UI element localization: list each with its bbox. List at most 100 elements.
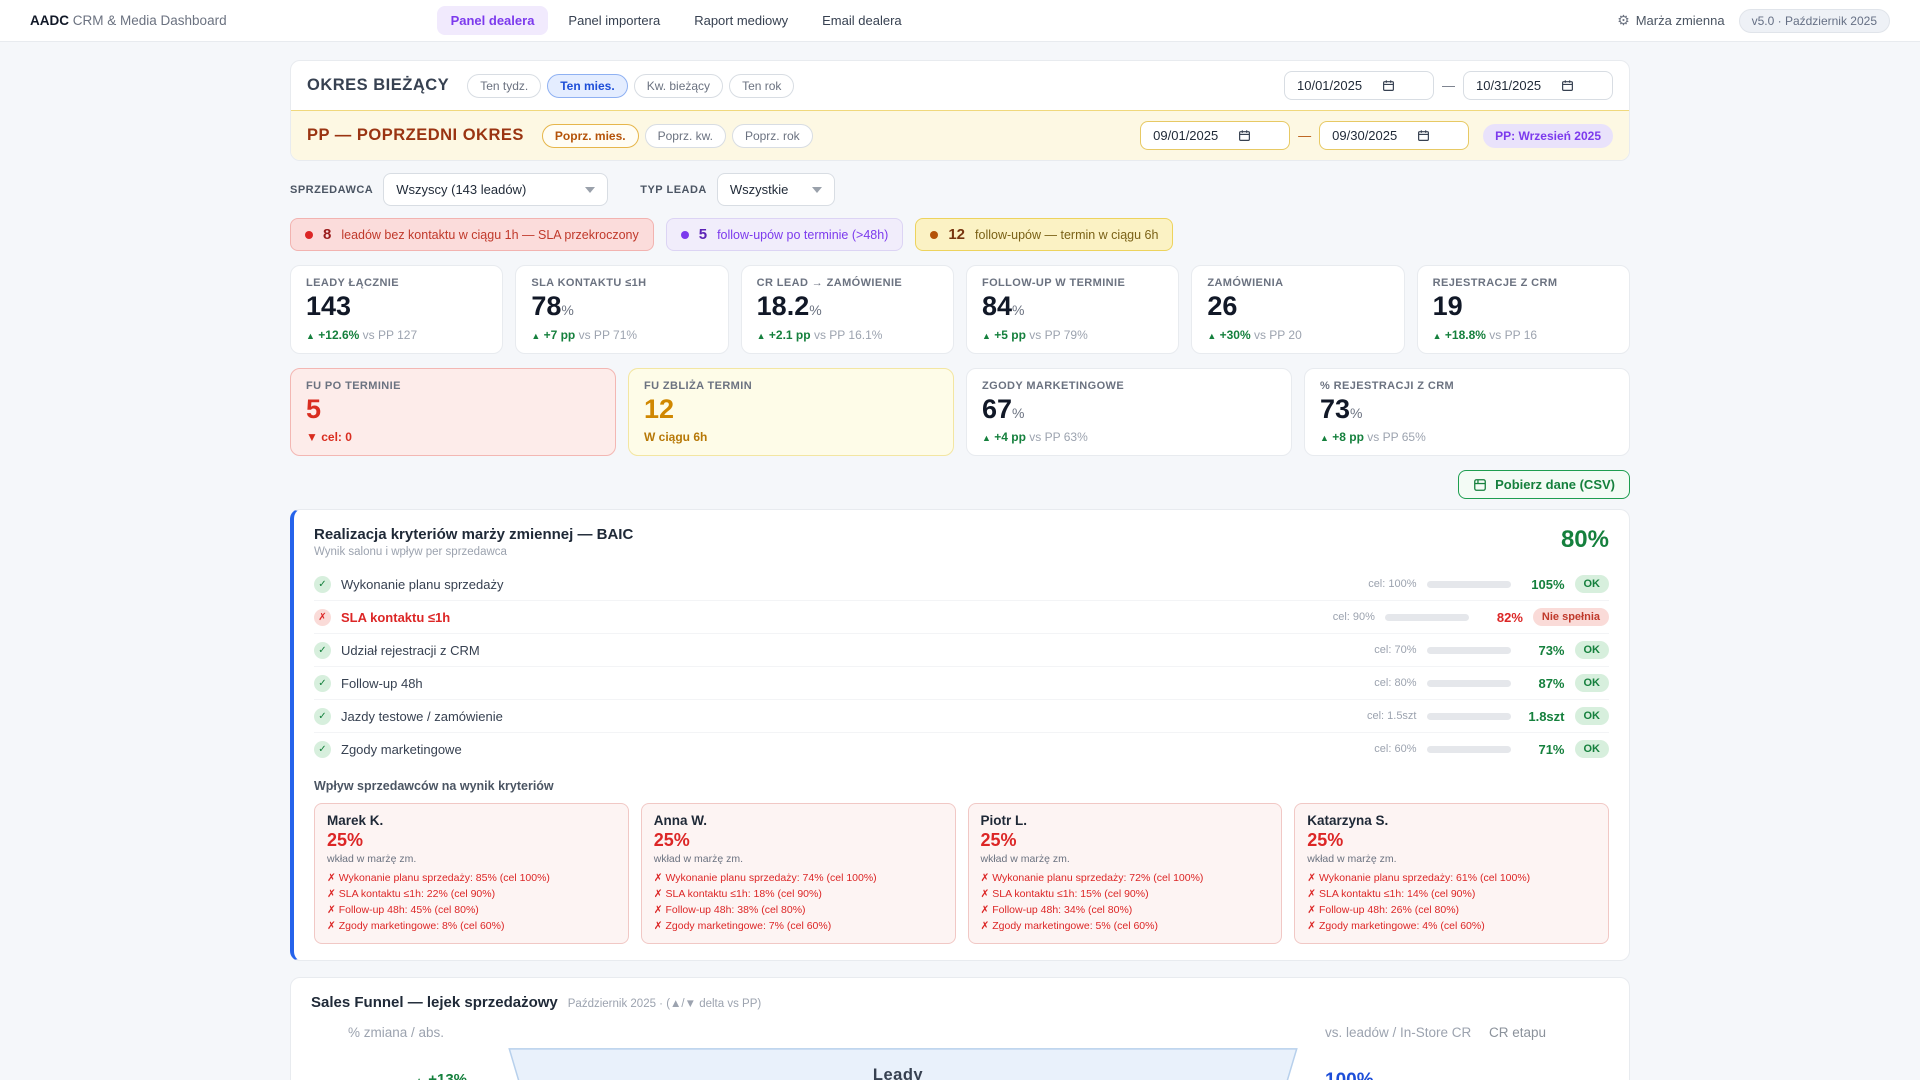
criterion-status-badge: Nie spełnia	[1532, 608, 1609, 627]
criterion-value: 105%	[1531, 576, 1565, 592]
funnel-col-cr: CR etapu	[1489, 1025, 1547, 1041]
kpi-note: ▼ cel: 0	[306, 430, 352, 445]
criterion-row: ✓ Udział rejestracji z CRM cel: 70% 73% …	[314, 633, 1609, 666]
seller-criterion-item: ✗ Follow-up 48h: 45% (cel 80%)	[327, 903, 479, 916]
seller-criterion-item: ✗ Zgody marketingowe: 4% (cel 60%)	[1307, 919, 1485, 932]
kpi-card: ZGODY MARKETINGOWE 67% ▲ +4 pp vs PP 63%	[966, 367, 1292, 457]
brand-name: AADC	[30, 13, 69, 28]
seller-criterion-item: ✗ Wykonanie planu sprzedaży: 85% (cel 10…	[327, 872, 550, 885]
current-date-from-value: 10/01/2025	[1297, 78, 1363, 93]
lead-type-select-label: TYP LEADA	[640, 183, 707, 196]
criterion-target: cel: 70%	[1374, 644, 1417, 657]
previous-period-label: PP — POPRZEDNI OKRES	[307, 126, 524, 144]
status-dot-icon	[305, 230, 313, 239]
previous-date-to-input[interactable]: 09/30/2025	[1319, 121, 1470, 150]
period-filter-card: OKRES BIEŻĄCY Ten tydz. Ten mies. Kw. bież…	[290, 60, 1630, 161]
seller-contribution: 25%	[980, 830, 1017, 851]
previous-date-from-input[interactable]: 09/01/2025	[1140, 121, 1291, 150]
lead-type-select[interactable]: Wszystkie	[716, 173, 835, 206]
criterion-target: cel: 1.5szt	[1366, 710, 1417, 723]
current-period-pill-2[interactable]: Kw. bieżący	[633, 73, 724, 98]
nav-tab-1[interactable]: Panel importera	[554, 6, 674, 35]
current-period-pill-3[interactable]: Ten rok	[729, 73, 795, 98]
csv-button-label: Pobierz dane (CSV)	[1495, 477, 1615, 493]
kpi-label: SLA KONTAKTU ≤1H	[531, 277, 647, 289]
cross-icon: ✗	[1307, 888, 1317, 901]
kpi-label: FU ZBLIŻA TERMIN	[644, 379, 753, 392]
kpi-card: SLA KONTAKTU ≤1H 78% ▲ +7 pp vs PP 71%	[515, 265, 729, 354]
nav-tab-2[interactable]: Raport mediowy	[680, 6, 802, 35]
nav-tab-0[interactable]: Panel dealera	[436, 6, 549, 35]
kpi-card: REJESTRACJE Z CRM 19 ▲ +18.8% vs PP 16	[1416, 265, 1630, 354]
current-period-pill-1[interactable]: Ten mies.	[547, 73, 628, 98]
alert-count: 5	[698, 226, 708, 243]
kpi-delta: ▲ +5 pp vs PP 79%	[981, 327, 1088, 342]
kpi-card: LEADY ŁĄCZNIE 143 ▲ +12.6% vs PP 127	[290, 265, 504, 354]
criterion-value: 87%	[1538, 675, 1565, 691]
current-period-pill-0[interactable]: Ten tydz.	[467, 73, 542, 98]
arrow-up-icon: ▲	[531, 330, 541, 341]
kpi-delta: ▲ +8 pp vs PP 65%	[1320, 430, 1426, 445]
criterion-row: ✓ Jazdy testowe / zamówienie cel: 1.5szt…	[314, 699, 1609, 732]
alert-amber[interactable]: 12 follow-upów — termin w ciągu 6h	[915, 218, 1174, 251]
funnel-title: Sales Funnel — lejek sprzedażowy	[311, 994, 558, 1012]
cross-icon: ✗	[1307, 872, 1317, 885]
kpi-label: ZAMÓWIENIA	[1207, 277, 1284, 289]
criterion-target: cel: 90%	[1332, 611, 1375, 624]
seller-criterion-item: ✗ Wykonanie planu sprzedaży: 61% (cel 10…	[1307, 872, 1531, 885]
current-date-from-input[interactable]: 10/01/2025	[1284, 71, 1434, 100]
alert-red[interactable]: 8 leadów bez kontaktu w ciągu 1h — SLA p…	[290, 218, 654, 251]
kpi-value: 84%	[981, 291, 1025, 321]
kpi-delta: ▲ +18.8% vs PP 16	[1432, 327, 1538, 342]
nav-tab-3[interactable]: Email dealera	[808, 6, 916, 35]
cross-icon: ✗	[980, 888, 990, 901]
arrow-up-icon: ▲	[306, 330, 315, 341]
seller-name: Katarzyna S.	[1307, 813, 1389, 829]
previous-period-pill-0[interactable]: Poprz. mies.	[541, 123, 639, 148]
app-brand: AADC CRM & Media Dashboard	[30, 13, 227, 28]
criterion-label: SLA kontaktu ≤1h	[341, 609, 451, 625]
previous-date-to-value: 09/30/2025	[1332, 128, 1398, 143]
seller-select[interactable]: Wszyscy (143 leadów)	[383, 173, 609, 206]
previous-period-pill-2[interactable]: Poprz. rok	[731, 123, 813, 148]
kpi-card: FU PO TERMINIE 5 ▼ cel: 0	[290, 367, 616, 457]
alert-purple[interactable]: 5 follow-upów po terminie (>48h)	[665, 218, 904, 251]
cross-icon: ✗	[327, 888, 336, 901]
chevron-down-icon	[811, 186, 822, 193]
seller-name: Anna W.	[653, 813, 707, 829]
sales-funnel-panel: Sales Funnel — lejek sprzedażowy Paździe…	[290, 977, 1630, 1080]
kpi-card: CR LEAD → ZAMÓWIENIE 18.2% ▲ +2.1 pp vs …	[740, 265, 954, 354]
download-csv-button[interactable]: Pobierz dane (CSV)	[1458, 470, 1630, 500]
current-period-label: OKRES BIEŻĄCY	[307, 76, 450, 94]
criterion-target: cel: 80%	[1374, 677, 1417, 690]
cross-icon: ✗	[980, 903, 990, 916]
kpi-label: % REJESTRACJI Z CRM	[1320, 379, 1455, 392]
current-date-to-input[interactable]: 10/31/2025	[1463, 71, 1613, 100]
kpi-value: 73%	[1320, 393, 1363, 424]
kpi-value: 19	[1432, 291, 1463, 321]
criterion-status-badge: OK	[1574, 641, 1609, 660]
funnel-stage-row: ▲ +13% +16 Leady 143 100% baza	[311, 1048, 1609, 1080]
previous-period-pill-1[interactable]: Poprz. kw.	[644, 123, 726, 148]
baic-header: Realizacja kryteriów marży zmiennej — BA…	[314, 526, 1609, 558]
criterion-value: 73%	[1538, 642, 1565, 658]
kpi-value: 143	[306, 291, 352, 321]
seller-card: Katarzyna S. 25% wkład w marżę zm. ✗ Wyk…	[1294, 803, 1609, 945]
criterion-progressbar	[1426, 580, 1511, 588]
seller-criterion-item: ✗ Follow-up 48h: 34% (cel 80%)	[980, 903, 1133, 916]
margin-settings-button[interactable]: ⚙ Marża zmienna	[1617, 12, 1724, 29]
kpi-note: W ciągu 6h	[644, 430, 708, 445]
seller-criterion-item: ✗ SLA kontaktu ≤1h: 18% (cel 90%)	[653, 888, 822, 901]
seller-name: Piotr L.	[980, 813, 1028, 829]
alerts-row: 8 leadów bez kontaktu w ciągu 1h — SLA p…	[290, 218, 1630, 251]
criterion-label: Zgody marketingowe	[341, 741, 462, 757]
check-icon: ✓	[314, 641, 331, 659]
baic-title: Realizacja kryteriów marży zmiennej — BA…	[314, 526, 634, 544]
version-badge: v5.0 · Październik 2025	[1738, 8, 1890, 33]
criterion-value: 1.8szt	[1528, 708, 1565, 724]
csv-row: Pobierz dane (CSV)	[290, 470, 1630, 500]
criterion-progressbar	[1426, 745, 1511, 753]
seller-criterion-item: ✗ Zgody marketingowe: 8% (cel 60%)	[327, 919, 505, 932]
criterion-label: Follow-up 48h	[341, 675, 423, 691]
kpi-label: FOLLOW-UP W TERMINIE	[981, 277, 1126, 289]
